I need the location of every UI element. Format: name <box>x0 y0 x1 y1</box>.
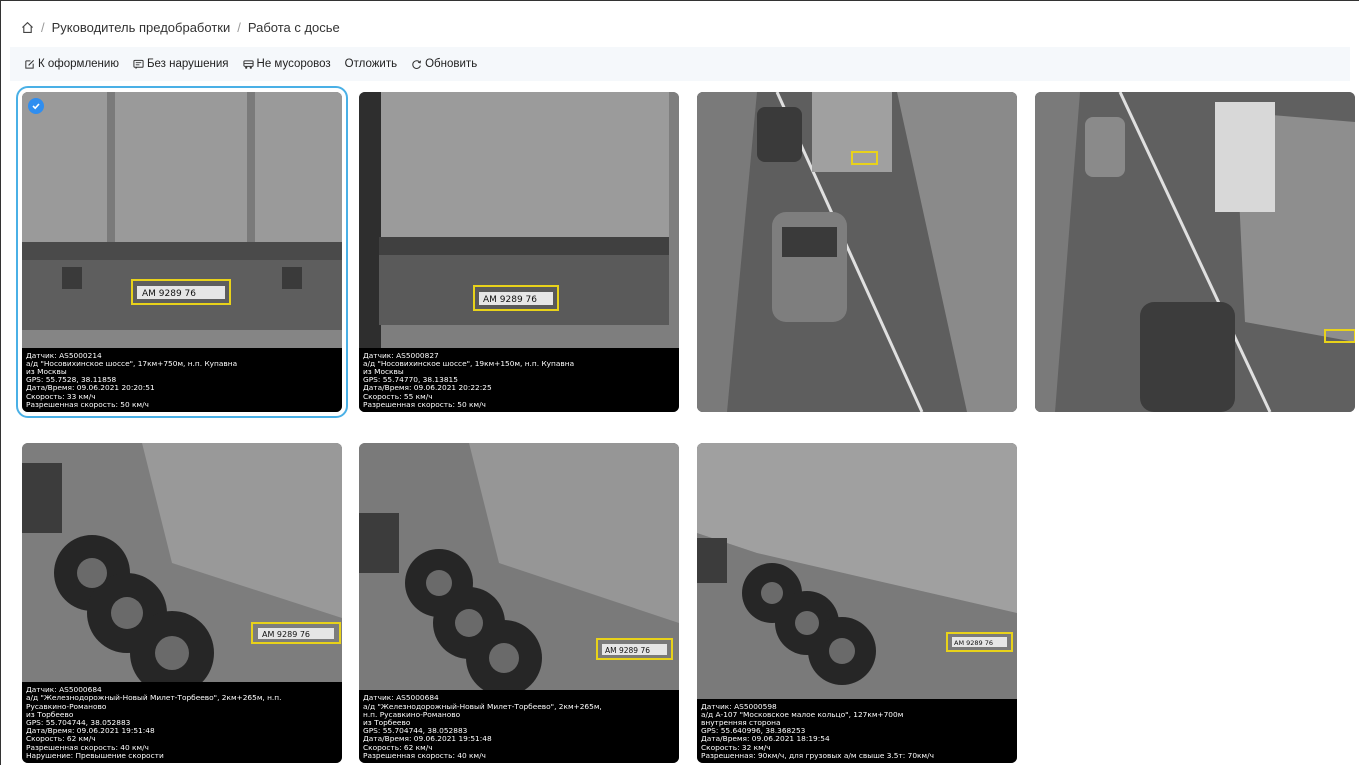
photo-caption: Датчик: AS5000598 а/д А-107 "Московское … <box>697 698 1017 763</box>
edit-icon <box>25 59 35 69</box>
breadcrumb-separator: / <box>237 19 241 35</box>
postpone-button[interactable]: Отложить <box>345 58 397 70</box>
photo-caption: Датчик: AS5000684 а/д "Железнодорожный-Н… <box>22 682 342 763</box>
photo-card[interactable]: АМ 9289 76 Датчик: AS5000827 а/д "Носови… <box>359 92 679 412</box>
caption-line: Разрешенная скорость: 40 км/ч <box>363 750 486 760</box>
action-toolbar: К оформлению Без нарушения Не мусоровоз … <box>10 47 1350 81</box>
license-plate-text: АМ 9289 76 <box>483 295 537 305</box>
license-plate-text: АМ 9289 76 <box>605 646 650 655</box>
to-registration-label: К оформлению <box>38 58 119 70</box>
selected-check-icon[interactable] <box>28 98 44 114</box>
refresh-label: Обновить <box>425 58 478 70</box>
not-garbage-truck-label: Не мусоровоз <box>256 58 331 70</box>
photo-caption: Датчик: AS5000827 а/д "Носовихинское шос… <box>359 347 679 412</box>
photo-card[interactable]: АМ 9289 76 Датчик: AS5000214 а/д "Носови… <box>16 86 348 418</box>
photo-caption: Датчик: AS5000684 а/д "Железнодорожный-Н… <box>359 690 679 763</box>
caption-line: а/д "Носовихинское шоссе", 19км+150м, н.… <box>363 358 575 368</box>
breadcrumb-item-dossier-work: Работа с досье <box>247 19 340 35</box>
no-violation-label: Без нарушения <box>146 58 229 70</box>
refresh-icon <box>412 59 422 69</box>
message-icon <box>133 59 144 69</box>
no-violation-button[interactable]: Без нарушения <box>133 58 229 70</box>
caption-line: Разрешенная скорость: 50 км/ч <box>26 399 149 409</box>
breadcrumb: / Руководитель предобработки / Работа с … <box>20 17 340 37</box>
home-icon[interactable] <box>20 20 34 34</box>
license-plate-text: АМ 9289 76 <box>262 630 310 639</box>
to-registration-button[interactable]: К оформлению <box>24 58 119 70</box>
refresh-button[interactable]: Обновить <box>411 58 477 70</box>
not-garbage-truck-button[interactable]: Не мусоровоз <box>242 58 331 70</box>
breadcrumb-item-preprocessing-manager[interactable]: Руководитель предобработки <box>52 20 231 35</box>
caption-line: Разрешенная скорость: 50 км/ч <box>363 399 486 409</box>
caption-line: а/д "Носовихинское шоссе", 17км+750м, н.… <box>26 358 238 368</box>
photo-caption: Датчик: AS5000214 а/д "Носовихинское шос… <box>22 347 342 412</box>
road-overview-photo <box>1035 92 1355 412</box>
photo-card[interactable]: АМ 9289 76 Датчик: AS5000684 а/д "Железн… <box>359 443 679 763</box>
photo-card[interactable] <box>1035 92 1355 412</box>
postpone-label: Отложить <box>344 58 398 70</box>
license-plate-text: АМ 9289 76 <box>142 289 196 299</box>
caption-line: Разрешенная: 90км/ч, для грузовых а/м св… <box>701 750 934 760</box>
photo-card[interactable]: АМ 9289 76 Датчик: AS5000684 а/д "Железн… <box>22 443 342 763</box>
license-plate-text: АМ 9289 76 <box>954 639 993 647</box>
road-overview-photo <box>697 92 1017 412</box>
photo-card[interactable]: АМ 9289 76 Датчик: AS5000598 а/д А-107 "… <box>697 443 1017 763</box>
truck-icon <box>242 59 254 69</box>
breadcrumb-separator: / <box>41 19 45 35</box>
caption-line: Нарушение: Превышение скорости <box>26 750 164 760</box>
photo-card[interactable] <box>697 92 1017 412</box>
